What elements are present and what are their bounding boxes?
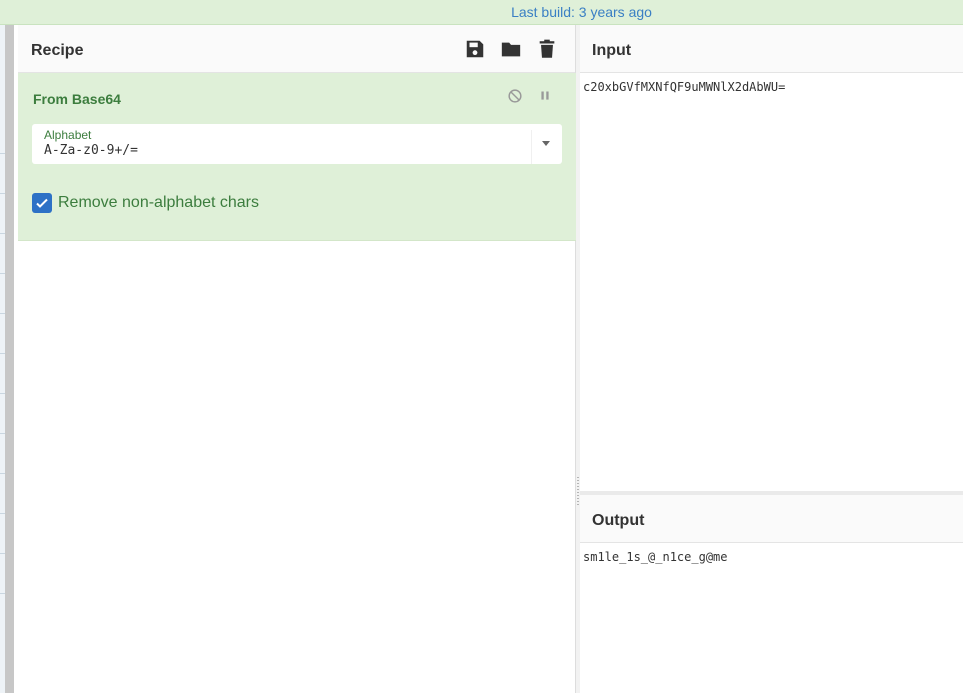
input-header: Input xyxy=(580,25,963,73)
trash-icon[interactable] xyxy=(536,38,558,60)
remove-non-alphabet-checkbox[interactable] xyxy=(32,193,52,213)
left-edge-strip xyxy=(0,25,14,693)
operation-from-base64[interactable]: From Base64 Alphabet A-Za-z0-9+/= Remove… xyxy=(18,73,576,241)
operation-title: From Base64 xyxy=(33,91,121,107)
alphabet-select[interactable]: Alphabet A-Za-z0-9+/= xyxy=(32,124,562,164)
scrollbar[interactable] xyxy=(5,25,14,693)
recipe-header: Recipe xyxy=(18,25,575,73)
alphabet-value: A-Za-z0-9+/= xyxy=(44,143,138,158)
output-header: Output xyxy=(580,495,963,543)
alphabet-label: Alphabet xyxy=(44,128,92,142)
save-icon[interactable] xyxy=(464,38,486,60)
last-build-text: Last build: 3 years ago xyxy=(511,4,652,20)
status-bar: Last build: 3 years ago xyxy=(0,0,963,25)
folder-icon[interactable] xyxy=(500,38,522,60)
remove-non-alphabet-label: Remove non-alphabet chars xyxy=(58,194,260,211)
chevron-down-icon[interactable] xyxy=(542,141,550,146)
recipe-panel: Recipe From Base64 Alphabet A-Za-z0-9+/=… xyxy=(18,25,576,693)
input-panel: Input c20xbGVfMXNfQF9uMWNlX2dAbWU= xyxy=(580,25,963,491)
pause-icon[interactable] xyxy=(536,87,554,105)
input-textarea[interactable]: c20xbGVfMXNfQF9uMWNlX2dAbWU= xyxy=(583,80,785,94)
output-text[interactable]: sm1le_1s_@_n1ce_g@me xyxy=(583,550,728,564)
recipe-title: Recipe xyxy=(31,42,84,59)
remove-non-alphabet-option[interactable]: Remove non-alphabet chars xyxy=(32,193,259,213)
output-panel: Output sm1le_1s_@_n1ce_g@me xyxy=(580,495,963,693)
input-title: Input xyxy=(592,42,632,59)
disable-icon[interactable] xyxy=(506,87,524,105)
output-title: Output xyxy=(592,512,645,529)
checkmark-icon xyxy=(36,198,48,208)
